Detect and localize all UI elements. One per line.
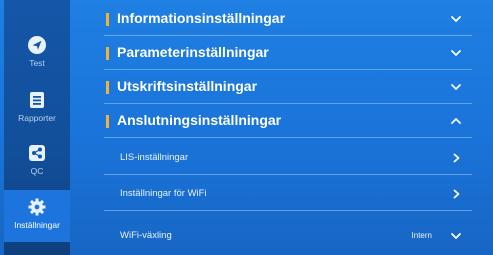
section-title: Parameterinställningar: [117, 44, 269, 60]
chevron-down-icon: [451, 50, 461, 56]
setting-item-label: LIS-inställningar: [120, 152, 189, 163]
section-header-utskriftsinstallningar[interactable]: Utskriftsinställningar: [104, 71, 472, 104]
section-accent-bar: [106, 13, 109, 26]
section-header-parameterinstallningar[interactable]: Parameterinställningar: [104, 37, 472, 70]
sidebar-item-label: QC: [30, 166, 44, 176]
settings-list: Informationsinställningar Parameterinstä…: [104, 0, 474, 255]
chevron-up-icon: [451, 118, 461, 124]
sidebar-item-qc[interactable]: QC: [4, 136, 70, 184]
sidebar-item-label: Test: [29, 58, 45, 68]
chevron-right-icon: [453, 153, 460, 163]
setting-item-label: Inställningar för WiFi: [120, 188, 207, 199]
navigation-arrow-icon: [26, 34, 48, 56]
gear-icon: [26, 196, 48, 218]
section-accent-bar: [106, 81, 109, 94]
report-list-icon: [26, 89, 48, 111]
sidebar-item-label: Inställningar: [14, 220, 60, 230]
section-accent-bar: [106, 47, 109, 60]
section-accent-bar: [106, 115, 109, 128]
section-header-anslutningsinstallningar[interactable]: Anslutningsinställningar: [104, 105, 472, 138]
sidebar-item-rapporter[interactable]: Rapporter: [4, 83, 70, 131]
setting-item-label: WiFi-växling: [120, 230, 172, 241]
sidebar: Test Rapporter QC Inställningar: [4, 0, 70, 255]
chevron-right-icon: [453, 189, 460, 199]
chevron-down-icon: [451, 16, 461, 22]
share-icon: [26, 142, 48, 164]
chevron-down-icon[interactable]: [450, 231, 462, 241]
section-header-informationsinstallningar[interactable]: Informationsinställningar: [104, 3, 472, 36]
setting-item-wifi[interactable]: Inställningar för WiFi: [104, 178, 472, 211]
sidebar-item-test[interactable]: Test: [4, 28, 70, 76]
wifi-mode-value[interactable]: Intern: [412, 231, 432, 240]
sidebar-item-installningar[interactable]: Inställningar: [4, 190, 70, 242]
chevron-down-icon: [451, 84, 461, 90]
section-title: Utskriftsinställningar: [117, 78, 258, 94]
setting-item-wifi-vaxling[interactable]: WiFi-växling Intern: [104, 220, 472, 252]
sidebar-item-label: Rapporter: [18, 113, 56, 123]
screen: Test Rapporter QC Inställningar Informat…: [0, 0, 493, 255]
setting-item-lis[interactable]: LIS-inställningar: [104, 142, 472, 175]
section-title: Anslutningsinställningar: [117, 112, 282, 128]
section-title: Informationsinställningar: [117, 10, 286, 26]
